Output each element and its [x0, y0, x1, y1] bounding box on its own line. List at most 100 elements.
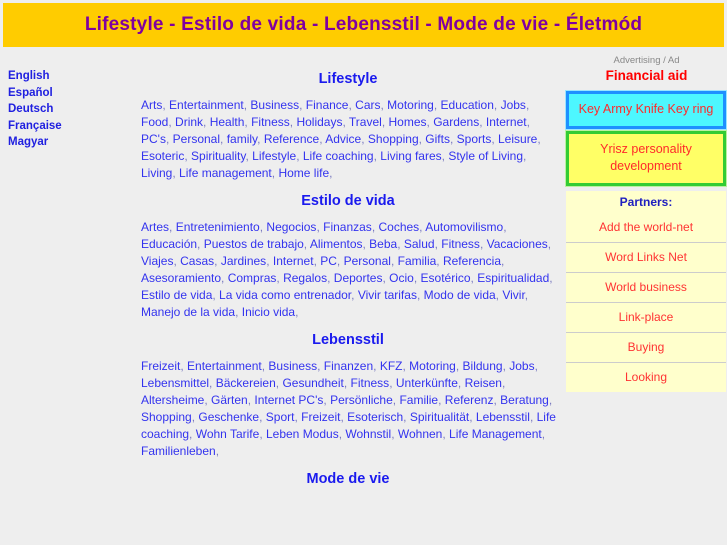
keyword-link[interactable]: Bäckereien — [216, 376, 276, 390]
partner-link[interactable]: Link-place — [566, 303, 726, 332]
partner-link[interactable]: Word Links Net — [566, 243, 726, 272]
keyword-link[interactable]: Health — [210, 115, 245, 129]
keyword-link[interactable]: Sport — [266, 410, 295, 424]
keyword-link[interactable]: Vivir — [502, 288, 524, 302]
partner-link[interactable]: World business — [566, 273, 726, 302]
keyword-link[interactable]: Finanzas — [323, 220, 372, 234]
keyword-link[interactable]: Personal — [344, 254, 391, 268]
keyword-link[interactable]: Cars — [355, 98, 380, 112]
keyword-link[interactable]: Freizeit — [141, 359, 180, 373]
keyword-link[interactable]: Wohn Tarife — [196, 427, 260, 441]
keyword-link[interactable]: Lebensstil — [476, 410, 530, 424]
keyword-link[interactable]: Referenz — [445, 393, 494, 407]
keyword-link[interactable]: Gesundheit — [282, 376, 343, 390]
keyword-link[interactable]: PC — [320, 254, 337, 268]
keyword-link[interactable]: Internet — [273, 254, 314, 268]
keyword-link[interactable]: KFZ — [380, 359, 403, 373]
keyword-link[interactable]: Spirituality — [191, 149, 245, 163]
keyword-link[interactable]: Gardens — [433, 115, 479, 129]
partner-link[interactable]: Buying — [566, 333, 726, 362]
ad-box-cyan[interactable]: Key Army Knife Key ring — [565, 90, 727, 130]
keyword-link[interactable]: Unterkünfte — [396, 376, 458, 390]
keyword-link[interactable]: Familienleben — [141, 444, 216, 458]
keyword-link[interactable]: Inicio vida — [242, 305, 295, 319]
keyword-link[interactable]: Manejo de la vida — [141, 305, 235, 319]
keyword-link[interactable]: Espiritualidad — [477, 271, 549, 285]
keyword-link[interactable]: Drink — [175, 115, 203, 129]
keyword-link[interactable]: Style of Living — [448, 149, 523, 163]
keyword-link[interactable]: Esoteric — [141, 149, 184, 163]
keyword-link[interactable]: Education — [441, 98, 494, 112]
keyword-link[interactable]: Freizeit — [301, 410, 340, 424]
keyword-link[interactable]: Personal — [173, 132, 220, 146]
keyword-link[interactable]: Leben Modus — [266, 427, 339, 441]
keyword-link[interactable]: Alimentos — [310, 237, 363, 251]
keyword-link[interactable]: PC's — [141, 132, 166, 146]
keyword-link[interactable]: Asesoramiento — [141, 271, 221, 285]
keyword-link[interactable]: Salud — [404, 237, 435, 251]
keyword-link[interactable]: Home life — [278, 166, 329, 180]
keyword-link[interactable]: Homes — [389, 115, 427, 129]
keyword-link[interactable]: Shopping — [368, 132, 419, 146]
keyword-link[interactable]: Entretenimiento — [176, 220, 260, 234]
keyword-link[interactable]: Familia — [398, 254, 437, 268]
keyword-link[interactable]: Regalos — [283, 271, 327, 285]
keyword-link[interactable]: Wohnstil — [345, 427, 391, 441]
keyword-link[interactable]: Entertainment — [187, 359, 262, 373]
keyword-link[interactable]: Food — [141, 115, 168, 129]
keyword-link[interactable]: Entertainment — [169, 98, 244, 112]
keyword-link[interactable]: Familie — [399, 393, 438, 407]
keyword-link[interactable]: Gärten — [211, 393, 248, 407]
keyword-link[interactable]: Jardines — [221, 254, 266, 268]
keyword-link[interactable]: Fitness — [251, 115, 290, 129]
keyword-link[interactable]: Reference — [264, 132, 319, 146]
keyword-link[interactable]: Automovilismo — [425, 220, 503, 234]
keyword-link[interactable]: Beratung — [500, 393, 549, 407]
keyword-link[interactable]: Leisure — [498, 132, 537, 146]
keyword-link[interactable]: Living fares — [380, 149, 441, 163]
keyword-link[interactable]: Ocio — [389, 271, 414, 285]
keyword-link[interactable]: Wohnen — [398, 427, 442, 441]
keyword-link[interactable]: Holidays — [296, 115, 342, 129]
keyword-link[interactable]: family — [227, 132, 257, 146]
keyword-link[interactable]: Beba — [369, 237, 397, 251]
keyword-link[interactable]: Viajes — [141, 254, 173, 268]
keyword-link[interactable]: Fitness — [351, 376, 390, 390]
keyword-link[interactable]: Persönliche — [330, 393, 393, 407]
keyword-link[interactable]: Bildung — [463, 359, 503, 373]
keyword-link[interactable]: Jobs — [509, 359, 534, 373]
keyword-link[interactable]: Vivir tarifas — [358, 288, 417, 302]
language-link-english[interactable]: English — [0, 68, 132, 85]
keyword-link[interactable]: Business — [250, 98, 299, 112]
keyword-link[interactable]: Lebensmittel — [141, 376, 209, 390]
keyword-link[interactable]: Negocios — [266, 220, 316, 234]
keyword-link[interactable]: Compras — [228, 271, 277, 285]
ad-box-yellow[interactable]: Yrisz personality development — [565, 130, 727, 187]
keyword-link[interactable]: Travel — [349, 115, 382, 129]
keyword-link[interactable]: Jobs — [501, 98, 526, 112]
keyword-link[interactable]: Fitness — [441, 237, 480, 251]
keyword-link[interactable]: Finanzen — [324, 359, 373, 373]
keyword-link[interactable]: Internet — [486, 115, 527, 129]
language-link-magyar[interactable]: Magyar — [0, 134, 132, 151]
keyword-link[interactable]: Deportes — [334, 271, 383, 285]
keyword-link[interactable]: Puestos de trabajo — [204, 237, 304, 251]
keyword-link[interactable]: Spiritualität — [410, 410, 469, 424]
language-link-espaol[interactable]: Español — [0, 85, 132, 102]
keyword-link[interactable]: Shopping — [141, 410, 192, 424]
keyword-link[interactable]: Life coaching — [303, 149, 374, 163]
keyword-link[interactable]: Coches — [378, 220, 419, 234]
keyword-link[interactable]: Business — [268, 359, 317, 373]
keyword-link[interactable]: Esotérico — [421, 271, 471, 285]
keyword-link[interactable]: Estilo de vida — [141, 288, 212, 302]
keyword-link[interactable]: Educación — [141, 237, 197, 251]
keyword-link[interactable]: Motoring — [387, 98, 434, 112]
keyword-link[interactable]: Referencia — [443, 254, 501, 268]
keyword-link[interactable]: Arts — [141, 98, 162, 112]
keyword-link[interactable]: Finance — [306, 98, 349, 112]
keyword-link[interactable]: Life Management — [449, 427, 542, 441]
keyword-link[interactable]: Motoring — [409, 359, 456, 373]
keyword-link[interactable]: Advice — [325, 132, 361, 146]
keyword-link[interactable]: Living — [141, 166, 172, 180]
keyword-link[interactable]: Altersheime — [141, 393, 204, 407]
